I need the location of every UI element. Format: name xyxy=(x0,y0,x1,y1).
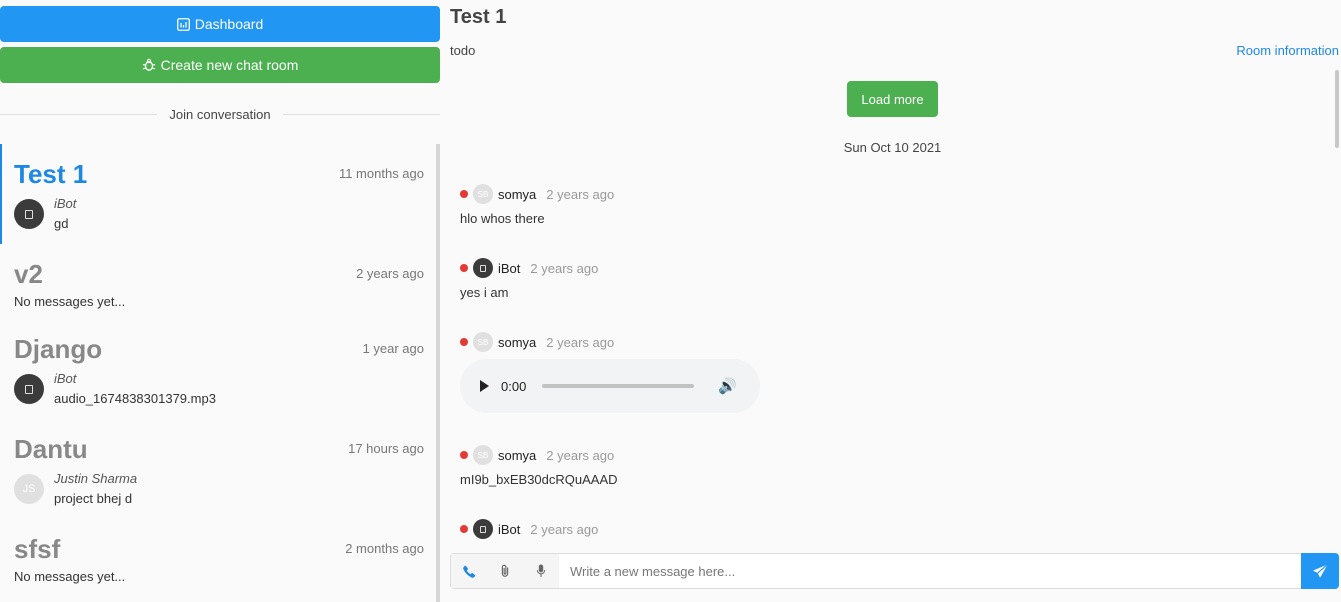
preview-message: audio_1674838301379.mp3 xyxy=(54,391,216,406)
chart-icon xyxy=(176,17,190,31)
message-item: SB somya 2 years ago hlo whos there xyxy=(460,184,614,226)
message-list: Load more Sun Oct 10 2021 SB somya 2 yea… xyxy=(450,70,1341,544)
robot-icon xyxy=(480,264,486,272)
room-name: Django xyxy=(14,334,103,364)
create-room-label: Create new chat room xyxy=(160,57,299,73)
user-avatar: SB xyxy=(473,445,493,465)
message-input[interactable] xyxy=(559,554,1301,588)
preview-message: gd xyxy=(54,216,69,231)
message-body: yes i am xyxy=(460,285,509,300)
message-user: somya xyxy=(498,186,537,202)
play-icon[interactable] xyxy=(480,380,489,392)
sidebar: Dashboard Create new chat room Join conv… xyxy=(0,0,441,602)
message-item: iBot 2 years ago yes i am xyxy=(460,258,598,300)
chat-panel: Test 1 todo Room information Load more S… xyxy=(450,0,1341,602)
send-button[interactable] xyxy=(1301,553,1339,589)
room-time: 11 months ago xyxy=(338,166,424,181)
room-item-sfsf[interactable]: sfsf 2 months ago No messages yet... xyxy=(0,519,440,594)
room-preview: iBot audio_1674838301379.mp3 xyxy=(14,369,420,409)
message-header: SB somya 2 years ago xyxy=(460,445,618,465)
message-composer xyxy=(450,553,1339,589)
user-avatar: SB xyxy=(473,332,493,352)
join-label: Join conversation xyxy=(169,106,271,122)
status-dot xyxy=(460,338,468,346)
room-time: 17 hours ago xyxy=(348,441,424,456)
no-messages-text: No messages yet... xyxy=(14,569,126,584)
robot-icon xyxy=(480,525,486,533)
date-separator: Sun Oct 10 2021 xyxy=(843,140,942,155)
room-time: 2 months ago xyxy=(345,541,424,556)
message-body: mI9b_bxEB30dcRQuAAAD xyxy=(460,472,618,487)
message-time: 2 years ago xyxy=(530,260,599,276)
room-item-test-1[interactable]: Test 1 11 months ago iBot gd xyxy=(0,144,440,244)
preview-sender: Justin Sharma xyxy=(54,471,138,486)
status-dot xyxy=(460,451,468,459)
dashboard-label: Dashboard xyxy=(194,16,264,32)
room-item-v2[interactable]: v2 2 years ago No messages yet... xyxy=(0,244,440,319)
robot-icon xyxy=(25,209,33,219)
divider-line xyxy=(282,113,441,115)
message-item: SB somya 2 years ago 0:00 🔊 xyxy=(460,332,760,413)
microphone-icon[interactable] xyxy=(523,554,559,588)
send-icon xyxy=(1312,563,1328,577)
bot-avatar xyxy=(14,199,44,229)
volume-icon[interactable]: 🔊 xyxy=(718,377,737,395)
message-user: iBot xyxy=(498,521,521,537)
message-body: hlo whos there xyxy=(460,211,545,226)
phone-icon[interactable] xyxy=(451,554,487,588)
message-header: iBot 2 years ago xyxy=(460,519,598,539)
room-preview: iBot gd xyxy=(14,194,420,234)
message-time: 2 years ago xyxy=(530,521,599,537)
room-time: 1 year ago xyxy=(362,341,424,356)
bug-icon xyxy=(142,58,155,71)
room-item-dantu[interactable]: Dantu 17 hours ago JS Justin Sharma proj… xyxy=(0,419,440,519)
room-list: Test 1 11 months ago iBot gd v2 2 years … xyxy=(0,144,440,602)
no-messages-text: No messages yet... xyxy=(14,294,126,309)
room-description: todo xyxy=(450,43,476,58)
message-item: iBot 2 years ago xyxy=(460,519,598,539)
message-list-scrollbar[interactable] xyxy=(1335,70,1339,544)
message-item: SB somya 2 years ago mI9b_bxEB30dcRQuAAA… xyxy=(460,445,618,487)
preview-text: iBot gd xyxy=(54,194,76,234)
message-time: 2 years ago xyxy=(546,447,615,463)
robot-icon xyxy=(25,384,33,394)
load-more-button[interactable]: Load more xyxy=(847,81,938,117)
preview-message: project bhej d xyxy=(54,491,133,506)
message-header: SB somya 2 years ago xyxy=(460,184,614,204)
preview-sender: iBot xyxy=(54,196,77,211)
status-dot xyxy=(460,264,468,272)
room-title: Test 1 xyxy=(450,6,507,28)
scrollbar-thumb[interactable] xyxy=(1335,70,1339,148)
bot-avatar xyxy=(14,374,44,404)
join-divider: Join conversation xyxy=(0,104,441,124)
create-room-button[interactable]: Create new chat room xyxy=(0,47,440,83)
user-avatar: SB xyxy=(473,184,493,204)
preview-sender: iBot xyxy=(54,371,77,386)
message-user: iBot xyxy=(498,260,521,276)
room-item-django[interactable]: Django 1 year ago iBot audio_16748383013… xyxy=(0,319,440,419)
user-avatar: JS xyxy=(14,474,44,504)
room-information-link[interactable]: Room information xyxy=(1236,43,1339,58)
message-user: somya xyxy=(498,447,537,463)
audio-progress-slider[interactable] xyxy=(542,384,695,388)
room-preview: JS Justin Sharma project bhej d xyxy=(14,469,420,509)
paperclip-icon[interactable] xyxy=(487,554,523,588)
dashboard-button[interactable]: Dashboard xyxy=(0,6,440,42)
bot-avatar xyxy=(473,258,493,278)
status-dot xyxy=(460,525,468,533)
audio-player: 0:00 🔊 xyxy=(460,359,760,413)
message-time: 2 years ago xyxy=(546,334,615,350)
audio-time: 0:00 xyxy=(501,378,527,394)
preview-text: Justin Sharma project bhej d xyxy=(54,469,137,509)
message-user: somya xyxy=(498,334,537,350)
preview-text: iBot audio_1674838301379.mp3 xyxy=(54,369,216,409)
bot-avatar xyxy=(473,519,493,539)
status-dot xyxy=(460,190,468,198)
room-time: 2 years ago xyxy=(356,266,424,281)
message-time: 2 years ago xyxy=(546,186,615,202)
message-header: SB somya 2 years ago xyxy=(460,332,760,352)
message-header: iBot 2 years ago xyxy=(460,258,598,278)
divider-line xyxy=(0,113,158,115)
